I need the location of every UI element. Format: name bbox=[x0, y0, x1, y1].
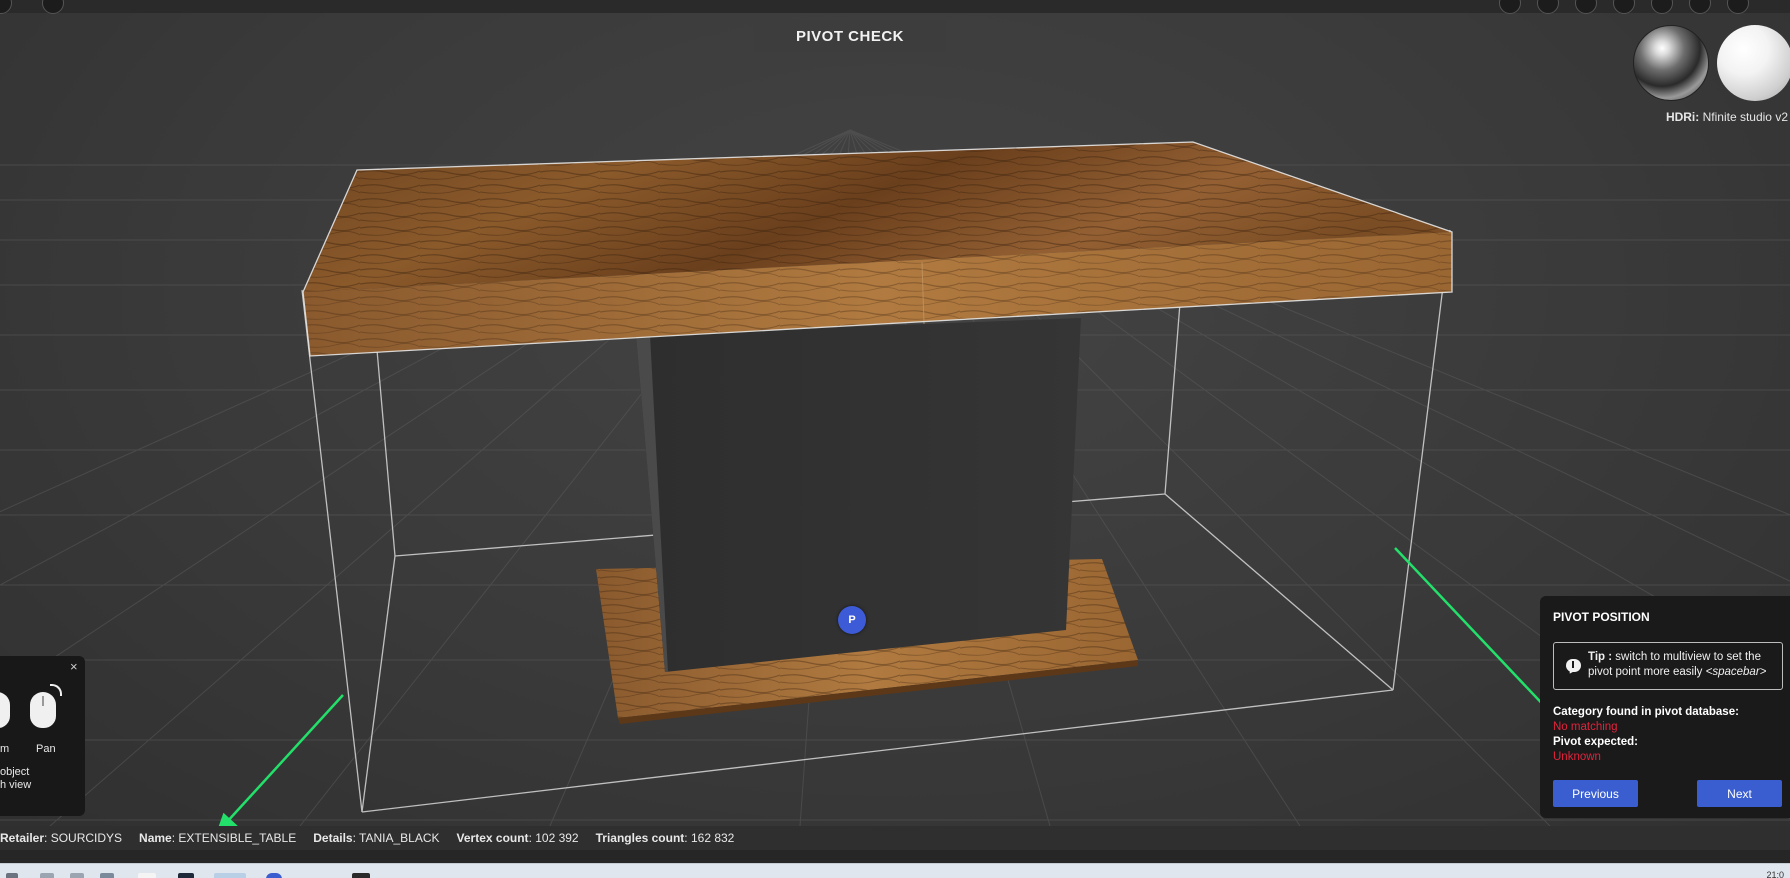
3d-viewport[interactable]: PIVOT CHECK HDRi: Nfinite studio v2 P × … bbox=[0, 0, 1790, 826]
pivot-position-panel: PIVOT POSITION Tip : switch to multiview… bbox=[1540, 596, 1790, 818]
tip-box: Tip : switch to multiview to set the piv… bbox=[1553, 642, 1783, 690]
bottom-spacer bbox=[0, 850, 1790, 863]
next-button[interactable]: Next bbox=[1697, 780, 1782, 807]
pivot-expected-label: Pivot expected: bbox=[1553, 736, 1638, 748]
tip-text: Tip : switch to multiview to set the piv… bbox=[1588, 651, 1767, 678]
close-icon[interactable]: × bbox=[70, 659, 78, 674]
taskbar-app-icon-2[interactable] bbox=[70, 873, 84, 878]
pan-label: Pan bbox=[36, 743, 56, 755]
retailer-info: Retailer: SOURCIDYS bbox=[0, 831, 123, 845]
top-toolbar-strip bbox=[0, 0, 1790, 14]
taskbar-app-icon-7[interactable] bbox=[352, 873, 370, 878]
zoom-label: m bbox=[0, 743, 10, 755]
viewer-title: PIVOT CHECK bbox=[754, 20, 946, 52]
pan-rays-icon bbox=[50, 684, 62, 696]
toolbar-icon-6[interactable] bbox=[1689, 0, 1711, 14]
previous-button[interactable]: Previous bbox=[1553, 780, 1638, 807]
taskbar-clock: 21:0 bbox=[1766, 870, 1784, 878]
toolbar-icon-1[interactable] bbox=[1499, 0, 1521, 14]
triangles-count-info: Triangles count: 162 832 bbox=[595, 831, 735, 845]
home-icon[interactable] bbox=[42, 0, 64, 14]
toolbar-icon-2[interactable] bbox=[1537, 0, 1559, 14]
pivot-point-marker[interactable]: P bbox=[838, 606, 866, 634]
hdri-label: HDRi: Nfinite studio v2 bbox=[1665, 110, 1788, 124]
scene-canvas[interactable] bbox=[0, 0, 1790, 826]
mouse-pan-icon bbox=[30, 692, 56, 728]
start-icon[interactable] bbox=[6, 873, 18, 878]
hdri-chrome-sphere[interactable] bbox=[1633, 25, 1709, 101]
info-bubble-icon bbox=[1566, 659, 1581, 672]
pivot-panel-title: PIVOT POSITION bbox=[1553, 610, 1650, 624]
toolbar-icon-5[interactable] bbox=[1651, 0, 1673, 14]
navigation-help-panel: × m Pan object h view bbox=[0, 656, 85, 816]
name-info: Name: EXTENSIBLE_TABLE bbox=[139, 831, 297, 845]
hdri-matte-sphere[interactable] bbox=[1717, 25, 1790, 101]
mouse-zoom-icon bbox=[0, 692, 10, 728]
asset-info-bar: Retailer: SOURCIDYS Name: EXTENSIBLE_TAB… bbox=[0, 826, 1790, 850]
details-info: Details: TANIA_BLACK bbox=[313, 831, 440, 845]
vertex-count-info: Vertex count: 102 392 bbox=[456, 831, 579, 845]
taskbar-app-icon-6[interactable] bbox=[266, 873, 282, 878]
hint-line-1: object bbox=[0, 766, 30, 778]
os-taskbar: 21:0 bbox=[0, 863, 1790, 878]
taskbar-app-icon-5[interactable] bbox=[178, 873, 194, 878]
taskbar-app-icon-3[interactable] bbox=[100, 873, 114, 878]
menu-icon[interactable] bbox=[0, 0, 12, 14]
toolbar-icon-4[interactable] bbox=[1613, 0, 1635, 14]
taskbar-app-icon-1[interactable] bbox=[40, 873, 54, 878]
taskbar-app-icon-4[interactable] bbox=[138, 873, 156, 878]
hint-line-2: h view bbox=[0, 779, 32, 791]
taskbar-app-icon-active[interactable] bbox=[214, 873, 246, 878]
category-value: No matching bbox=[1553, 721, 1618, 733]
category-label: Category found in pivot database: bbox=[1553, 706, 1739, 718]
toolbar-icon-7[interactable] bbox=[1727, 0, 1749, 14]
pivot-expected-value: Unknown bbox=[1553, 751, 1601, 763]
toolbar-icon-3[interactable] bbox=[1575, 0, 1597, 14]
